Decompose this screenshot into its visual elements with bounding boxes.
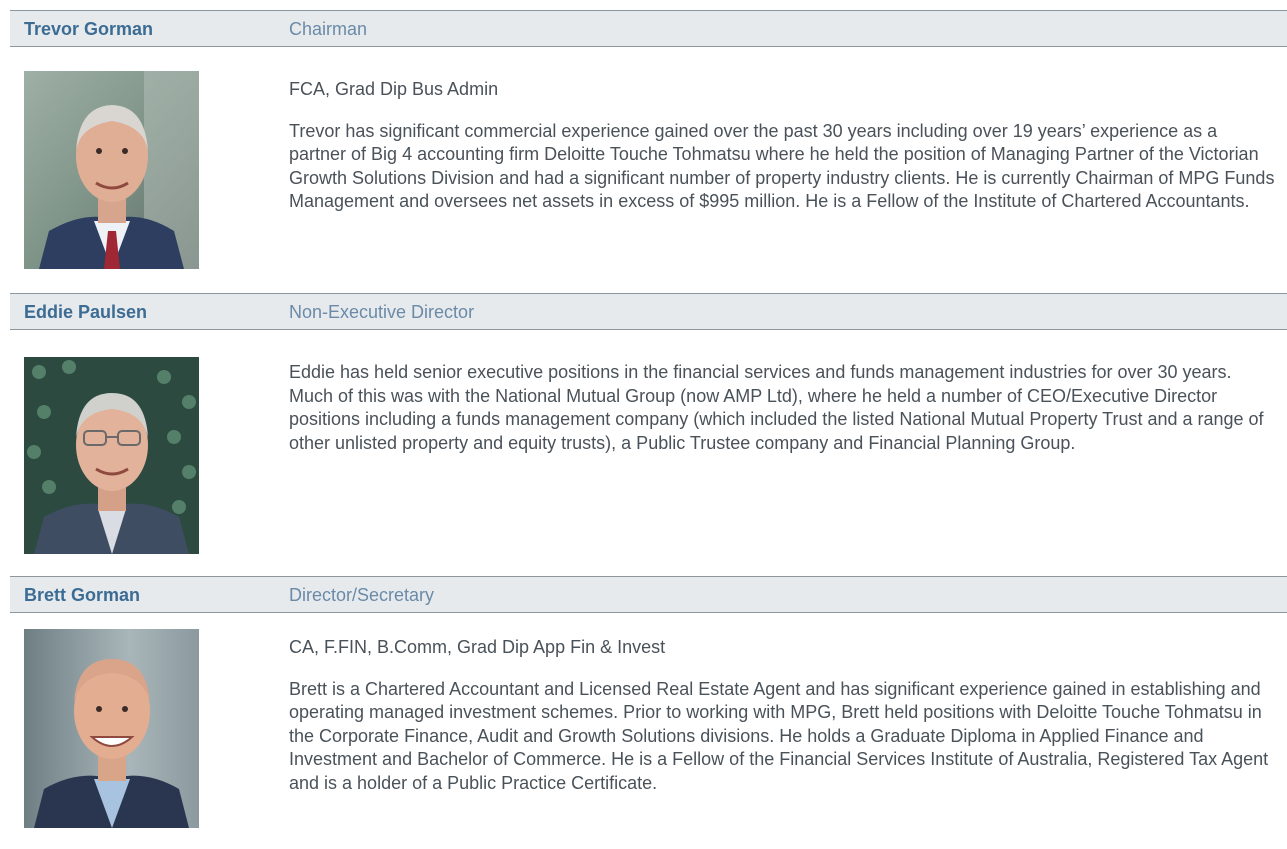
eddie-paulsen-photo xyxy=(24,357,199,554)
row-divider xyxy=(10,46,1287,47)
director-header-trevor-gorman: Trevor Gorman Chairman xyxy=(10,10,1287,46)
director-header-brett-gorman: Brett Gorman Director/Secretary xyxy=(10,576,1287,612)
director-name: Eddie Paulsen xyxy=(24,302,148,322)
director-details: FCA, Grad Dip Bus Admin Trevor has signi… xyxy=(289,78,1279,214)
trevor-gorman-photo xyxy=(24,71,199,269)
director-bio: Trevor has significant commercial experi… xyxy=(289,120,1275,212)
director-role: Non-Executive Director xyxy=(289,302,475,322)
director-header-eddie-paulsen: Eddie Paulsen Non-Executive Director xyxy=(10,293,1287,329)
director-name: Trevor Gorman xyxy=(24,19,154,39)
director-bio: Eddie has held senior executive position… xyxy=(289,362,1264,453)
row-divider xyxy=(10,612,1287,613)
director-qualifications: CA, F.FIN, B.Comm, Grad Dip App Fin & In… xyxy=(289,637,666,657)
director-bio: Brett is a Chartered Accountant and Lice… xyxy=(289,678,1269,793)
director-role: Director/Secretary xyxy=(289,585,435,605)
director-details: Eddie has held senior executive position… xyxy=(289,361,1279,455)
brett-gorman-photo xyxy=(24,629,199,828)
director-details: CA, F.FIN, B.Comm, Grad Dip App Fin & In… xyxy=(289,636,1279,795)
row-divider xyxy=(10,329,1287,330)
director-qualifications: FCA, Grad Dip Bus Admin xyxy=(289,79,499,99)
director-role: Chairman xyxy=(289,19,368,39)
director-name: Brett Gorman xyxy=(24,585,141,605)
